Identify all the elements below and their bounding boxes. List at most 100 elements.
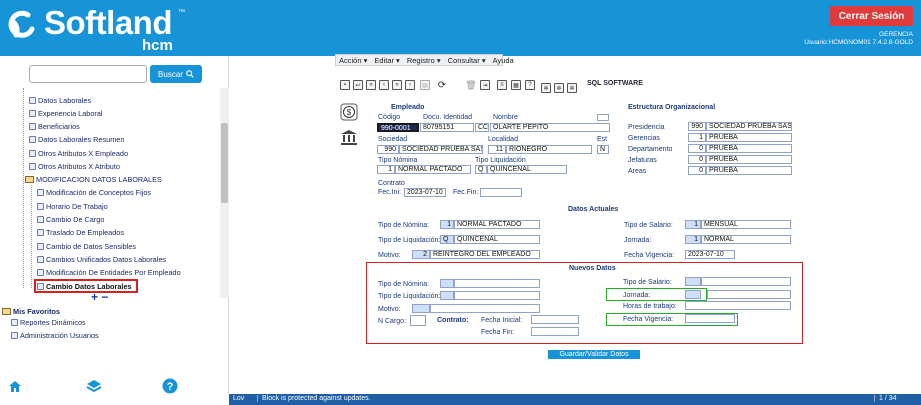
sidebar-item-experiencia[interactable]: Experiencia Laboral — [29, 109, 103, 118]
bank-icon[interactable] — [340, 128, 358, 146]
exit-icon[interactable]: ⇥ — [480, 80, 490, 90]
search-input[interactable] — [29, 65, 147, 83]
menu-consultar[interactable]: Consultar ▾ — [448, 56, 486, 65]
new-motivo-field[interactable] — [430, 304, 540, 313]
refresh-icon[interactable]: ⟳ — [437, 80, 447, 91]
sidebar-folder-modificacion[interactable]: MODIFICACION DATOS LABORALES — [25, 175, 162, 184]
org-code-field[interactable]: 0 — [688, 144, 706, 153]
print2-icon[interactable]: ▦ — [511, 80, 521, 90]
act-tipo-liq-field[interactable]: QUINCENAL — [454, 235, 540, 244]
photo-field[interactable] — [597, 114, 609, 121]
favorite-item-usuarios[interactable]: Administración Usuarios — [11, 331, 99, 340]
menu-registro[interactable]: Registro ▾ — [407, 56, 441, 65]
tipo-nomina-field[interactable]: NORMAL PACTADO — [395, 165, 471, 174]
sociedad-field[interactable]: SOCIEDAD PRUEBA SAS — [399, 145, 483, 154]
print-icon[interactable]: ▤ — [420, 80, 430, 90]
sidebar-item-otros-atributo[interactable]: Otros Atributos X Atributo — [29, 162, 120, 171]
expand-all-button[interactable]: + — [91, 290, 98, 304]
org-field[interactable]: PRUEBA — [706, 155, 792, 164]
fec-ini-field[interactable]: 2023-07-10 — [404, 188, 446, 197]
org-code-field[interactable]: 0 — [688, 166, 706, 175]
act-motivo-code[interactable]: 2 — [412, 250, 430, 259]
sidebar-item-sensibles[interactable]: Cambio de Datos Sensibles — [37, 242, 136, 251]
tipo-nomina-code-field[interactable]: 1 — [377, 165, 395, 174]
new-fecha-ini-field[interactable] — [531, 315, 579, 324]
fec-fin-field[interactable] — [480, 188, 522, 197]
menu-accion[interactable]: Acción ▾ — [339, 56, 367, 65]
act-tipo-liq-code[interactable]: Q — [440, 235, 454, 244]
new-jornada-code[interactable] — [685, 290, 701, 299]
org-code-field[interactable]: 990 — [688, 122, 706, 131]
menu-ayuda[interactable]: Ayuda — [493, 56, 514, 65]
localidad-code-field[interactable]: 11 — [488, 145, 506, 154]
est-field[interactable]: N — [597, 145, 609, 154]
nombre-field[interactable]: OLARTE PEPITO — [490, 123, 610, 132]
sidebar-item-cargo[interactable]: Cambio De Cargo — [37, 215, 104, 224]
logout-button[interactable]: Cerrar Sesión — [830, 6, 913, 26]
new-tipo-liq-code[interactable] — [440, 291, 454, 300]
back-icon[interactable]: ↩ — [353, 80, 363, 90]
sidebar-item-conceptos[interactable]: Modificación de Conceptos Fijos — [37, 188, 151, 197]
act-jornada-code[interactable]: 1 — [685, 235, 701, 244]
search-button[interactable]: Buscar — [150, 65, 202, 83]
act-fecha-vig-field[interactable]: 2023-07-10 — [685, 250, 735, 259]
act-motivo-field[interactable]: REINTEGRO DEL EMPLEADO — [430, 250, 540, 259]
tipo-liq-field[interactable]: QUINCENAL — [487, 165, 567, 174]
org-code-field[interactable]: 0 — [688, 155, 706, 164]
org-field[interactable]: PRUEBA — [706, 144, 792, 153]
sidebar-item-resumen[interactable]: Datos Laborales Resumen — [29, 135, 124, 144]
gear3-icon[interactable]: ✲ — [567, 83, 577, 93]
home-icon[interactable] — [8, 380, 22, 393]
first-record-icon[interactable]: « — [366, 80, 376, 90]
gear-icon[interactable]: ✲ — [541, 83, 551, 93]
sidebar-item-entidades[interactable]: Modificación De Entidades Por Empleado — [37, 268, 181, 277]
help-icon[interactable]: ? — [162, 378, 178, 394]
act-jornada-field[interactable]: NORMAL — [701, 235, 791, 244]
last-record-icon[interactable]: › — [405, 80, 415, 90]
act-tipo-salario-field[interactable]: MENSUAL — [701, 220, 791, 229]
delete-icon[interactable]: 🗑 — [465, 80, 476, 90]
next-record-icon[interactable]: » — [392, 80, 402, 90]
new-tipo-salario-code[interactable] — [685, 277, 701, 286]
sidebar-item-unificados[interactable]: Cambios Unificados Datos Laborales — [37, 255, 166, 264]
docu-field[interactable]: 80795151 — [420, 123, 474, 132]
layers-icon[interactable] — [86, 379, 102, 393]
collapse-all-button[interactable]: − — [101, 290, 108, 304]
sidebar-item-traslado[interactable]: Traslado De Empleados — [37, 228, 124, 237]
payroll-icon[interactable]: $ — [340, 103, 358, 121]
act-tipo-nomina-field[interactable]: NORMAL PACTADO — [454, 220, 540, 229]
new-jornada-field[interactable] — [707, 290, 791, 299]
new-motivo-code[interactable] — [412, 304, 430, 313]
new-tipo-nomina-code[interactable] — [440, 279, 454, 288]
codigo-field[interactable]: 990-0001 — [377, 123, 419, 132]
new-ncargo-field[interactable] — [410, 315, 426, 326]
org-field[interactable]: SOCIEDAD PRUEBA SAS — [706, 122, 792, 131]
act-tipo-nomina-code[interactable]: 1 — [440, 220, 454, 229]
new-tipo-liq-field[interactable] — [454, 291, 540, 300]
org-field[interactable]: PRUEBA — [706, 166, 792, 175]
favorites-folder[interactable]: Mis Favoritos — [2, 307, 60, 316]
sociedad-code-field[interactable]: 990 — [377, 145, 399, 154]
tipo-liq-code-field[interactable]: Q — [475, 165, 487, 174]
new-tipo-salario-field[interactable] — [701, 277, 791, 286]
new-tipo-nomina-field[interactable] — [454, 279, 540, 288]
favorite-item-reportes[interactable]: Reportes Dinámicos — [11, 318, 86, 327]
sidebar-item-horario[interactable]: Horario De Trabajo — [37, 202, 108, 211]
sidebar-item-datos-laborales[interactable]: Datos Laborales — [29, 96, 91, 105]
docu-tipo-field[interactable]: CC — [475, 123, 489, 132]
list-icon[interactable]: ≡ — [497, 80, 507, 90]
help-small-icon[interactable]: ? — [525, 80, 535, 90]
save-validate-button[interactable]: Guardar/Validar Datos — [548, 350, 640, 359]
prev-record-icon[interactable]: ‹ — [379, 80, 389, 90]
sidebar-scrollbar-thumb[interactable] — [221, 123, 228, 203]
gear2-icon[interactable]: ✲ — [554, 83, 564, 93]
menu-editar[interactable]: Editar ▾ — [374, 56, 399, 65]
new-horas-field[interactable] — [685, 301, 791, 310]
sidebar-item-beneficiarios[interactable]: Beneficiarios — [29, 122, 80, 131]
new-fecha-vig-field[interactable] — [685, 314, 735, 323]
act-tipo-salario-code[interactable]: 1 — [685, 220, 701, 229]
sidebar-item-otros-empleado[interactable]: Otros Atributos X Empleado — [29, 149, 128, 158]
localidad-field[interactable]: RIONEGRO — [506, 145, 592, 154]
save-icon[interactable]: ▪ — [340, 80, 350, 90]
org-field[interactable]: PRUEBA — [706, 133, 792, 142]
